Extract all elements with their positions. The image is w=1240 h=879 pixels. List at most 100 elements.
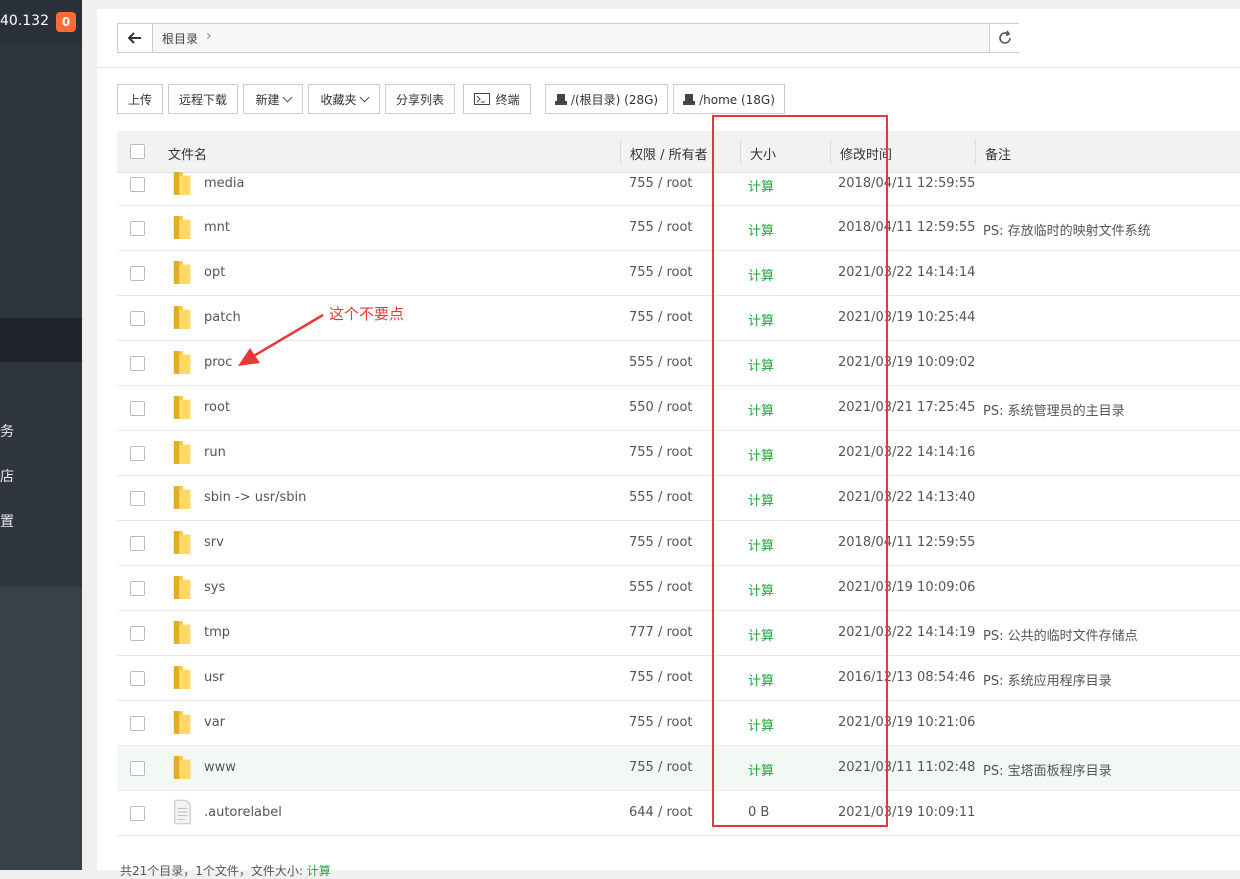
row-checkbox[interactable] [130,177,145,192]
file-permission[interactable]: 755 / root [629,265,693,280]
table-row[interactable]: var 755 / root 计算 2021/03/19 10:21:06 [117,701,1240,746]
file-name[interactable]: srv [204,535,224,550]
table-row[interactable]: opt 755 / root 计算 2021/03/22 14:14:14 [117,251,1240,296]
table-row[interactable]: sbin -> usr/sbin 555 / root 计算 2021/03/22 1… [117,476,1240,521]
file-permission[interactable]: 755 / root [629,670,693,685]
sidebar-item-settings[interactable]: 置 [0,511,14,531]
sidebar-item-tasks[interactable]: 务 [0,421,14,441]
folder-icon[interactable] [172,574,192,600]
file-permission[interactable]: 555 / root [629,490,693,505]
select-all-checkbox[interactable] [130,144,145,159]
row-checkbox[interactable] [130,716,145,731]
table-row[interactable]: root 550 / root 计算 2021/03/21 17:25:45 PS: 系… [117,386,1240,431]
file-name[interactable]: var [204,715,225,730]
folder-icon[interactable] [172,709,192,735]
file-name[interactable]: www [204,760,236,775]
file-name[interactable]: run [204,445,226,460]
file-note[interactable]: PS: 公共的临时文件存储点 [983,625,1138,644]
folder-icon[interactable] [172,484,192,510]
share-list-button[interactable]: 分享列表 [385,84,455,114]
file-permission[interactable]: 755 / root [629,535,693,550]
notification-badge[interactable]: 0 [56,12,76,32]
table-row[interactable]: .autorelabel 644 / root 0 B 2021/03/19 10:0… [117,791,1240,836]
file-permission[interactable]: 777 / root [629,625,693,640]
column-header-permission[interactable]: 权限 / 所有者 [630,144,708,163]
file-name[interactable]: .autorelabel [204,805,282,820]
row-checkbox[interactable] [130,491,145,506]
row-checkbox[interactable] [130,356,145,371]
row-checkbox[interactable] [130,761,145,776]
refresh-button[interactable] [989,24,1019,52]
folder-icon[interactable] [172,619,192,645]
table-row[interactable]: sys 555 / root 计算 2021/03/19 10:09:06 [117,566,1240,611]
column-header-name[interactable]: 文件名 [168,144,207,163]
row-checkbox[interactable] [130,446,145,461]
file-note[interactable]: PS: 系统管理员的主目录 [983,400,1125,419]
folder-icon[interactable] [172,170,192,196]
upload-button[interactable]: 上传 [117,84,163,114]
file-icon[interactable] [172,799,192,825]
folder-icon[interactable] [172,394,192,420]
table-row[interactable]: mnt 755 / root 计算 2018/04/11 12:59:55 PS: 存放… [117,206,1240,251]
terminal-button[interactable]: 终端 [463,84,531,114]
table-row[interactable]: usr 755 / root 计算 2016/12/13 08:54:46 PS: 系统… [117,656,1240,701]
folder-icon[interactable] [172,529,192,555]
row-checkbox[interactable] [130,401,145,416]
folder-icon[interactable] [172,439,192,465]
file-name[interactable]: opt [204,265,225,280]
favorites-button[interactable]: 收藏夹 [308,84,380,114]
folder-icon[interactable] [172,259,192,285]
file-note[interactable]: PS: 存放临时的映射文件系统 [983,220,1151,239]
sidebar-item-active[interactable] [0,318,82,362]
row-checkbox[interactable] [130,221,145,236]
file-name[interactable]: tmp [204,625,230,640]
table-row[interactable]: run 755 / root 计算 2021/03/22 14:14:16 [117,431,1240,476]
file-name[interactable]: root [204,400,230,415]
file-note[interactable]: PS: 系统应用程序目录 [983,670,1112,689]
breadcrumb-root[interactable]: 根目录 [162,30,198,47]
sidebar-item-store[interactable]: 店 [0,466,14,486]
file-permission[interactable]: 755 / root [629,760,693,775]
disk-home-button[interactable]: /home (18G) [673,84,785,114]
table-row[interactable]: media 755 / root 计算 2018/04/11 12:59:55 [117,171,1240,206]
table-row[interactable]: tmp 777 / root 计算 2021/03/22 14:14:19 PS: 公共… [117,611,1240,656]
disk-root-button[interactable]: /(根目录) (28G) [545,84,668,114]
column-header-note[interactable]: 备注 [985,144,1011,163]
row-checkbox[interactable] [130,536,145,551]
back-button[interactable] [118,24,153,52]
folder-icon[interactable] [172,214,192,240]
folder-icon[interactable] [172,664,192,690]
row-checkbox[interactable] [130,626,145,641]
folder-icon[interactable] [172,349,192,375]
terminal-button-label: 终端 [495,93,520,107]
file-permission[interactable]: 555 / root [629,355,693,370]
row-checkbox[interactable] [130,311,145,326]
row-checkbox[interactable] [130,671,145,686]
table-row[interactable]: srv 755 / root 计算 2018/04/11 12:59:55 [117,521,1240,566]
file-permission[interactable]: 644 / root [629,805,693,820]
row-checkbox[interactable] [130,581,145,596]
file-permission[interactable]: 755 / root [629,176,693,191]
row-checkbox[interactable] [130,806,145,821]
file-name[interactable]: proc [204,355,232,370]
file-permission[interactable]: 755 / root [629,310,693,325]
file-permission[interactable]: 550 / root [629,400,693,415]
file-name[interactable]: media [204,176,245,191]
calculate-total-link[interactable]: 计算 [307,864,331,878]
folder-icon[interactable] [172,304,192,330]
file-permission[interactable]: 755 / root [629,445,693,460]
folder-icon[interactable] [172,754,192,780]
file-permission[interactable]: 755 / root [629,220,693,235]
row-checkbox[interactable] [130,266,145,281]
file-note[interactable]: PS: 宝塔面板程序目录 [983,760,1112,779]
new-button[interactable]: 新建 [243,84,303,114]
file-name[interactable]: sbin -> usr/sbin [204,490,306,505]
file-name[interactable]: mnt [204,220,230,235]
table-row[interactable]: www 755 / root 计算 2021/03/11 11:02:48 PS: 宝塔… [117,746,1240,791]
file-name[interactable]: sys [204,580,225,595]
file-name[interactable]: usr [204,670,224,685]
remote-download-button[interactable]: 远程下载 [168,84,238,114]
file-permission[interactable]: 755 / root [629,715,693,730]
disk-root-label: /(根目录) (28G) [570,93,659,107]
file-permission[interactable]: 555 / root [629,580,693,595]
